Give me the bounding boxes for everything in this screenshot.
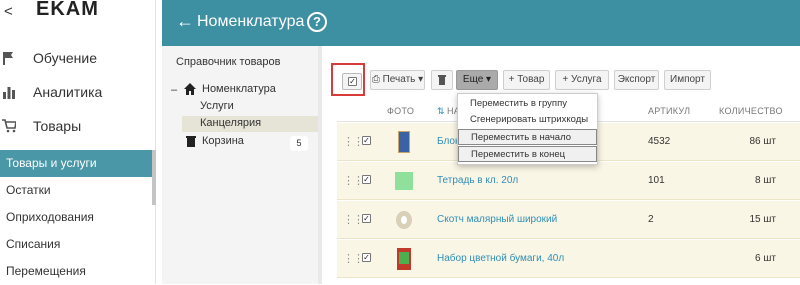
menu-item-move-to-top[interactable]: Переместить в начало xyxy=(458,129,597,145)
more-dropdown-menu: Переместить в группу Сгенерировать штрих… xyxy=(457,93,598,165)
catalog-title: Справочник товаров xyxy=(176,56,281,68)
tree-item-label: Корзина xyxy=(202,135,244,147)
add-product-button[interactable]: + Товар xyxy=(503,70,550,90)
page-title: Номенклатура xyxy=(197,13,305,30)
catalog-panel: Справочник товаров – Номенклатура Услуги… xyxy=(162,46,318,284)
page-header: ← Номенклатура ? xyxy=(162,0,800,46)
product-thumbnail xyxy=(398,131,410,153)
sidebar-item-label: Перемещения xyxy=(6,264,86,278)
menu-item-move-to-bottom[interactable]: Переместить в конец xyxy=(458,146,597,162)
home-icon xyxy=(184,83,196,95)
import-button[interactable]: Импорт xyxy=(664,70,711,90)
print-label: Печать xyxy=(382,74,416,85)
drag-handle-icon[interactable]: ⋮⋮ xyxy=(343,213,364,226)
tree-item-services[interactable]: Услуги xyxy=(200,100,234,112)
product-article: 101 xyxy=(648,175,665,186)
sidebar-item-transfers[interactable]: Перемещения xyxy=(0,258,156,285)
product-quantity: 8 шт xyxy=(755,175,776,186)
caret-down-icon: ▾ xyxy=(418,74,424,85)
cart-icon xyxy=(2,119,16,133)
back-icon[interactable]: < xyxy=(4,3,13,20)
nav-item-analytics[interactable]: Аналитика xyxy=(0,76,156,110)
back-arrow-icon[interactable]: ← xyxy=(176,11,194,32)
more-button[interactable]: Еще ▾ xyxy=(456,70,498,90)
column-header-quantity[interactable]: КОЛИЧЕСТВО xyxy=(719,106,783,116)
table-row[interactable]: ⋮⋮ ✓ Тетрадь в кл. 20л 101 8 шт xyxy=(337,162,800,200)
trash-count-badge: 5 xyxy=(290,136,308,151)
export-button[interactable]: Экспорт xyxy=(614,70,659,90)
row-checkbox[interactable]: ✓ xyxy=(362,175,371,184)
product-quantity: 86 шт xyxy=(749,136,776,147)
bar-chart-icon xyxy=(3,87,15,99)
column-header-article[interactable]: АРТИКУЛ xyxy=(648,106,690,116)
tree-collapse-toggle[interactable]: – xyxy=(171,84,177,96)
drag-handle-icon[interactable]: ⋮⋮ xyxy=(343,252,364,265)
add-service-button[interactable]: + Услуга xyxy=(555,70,609,90)
logo: EKAM xyxy=(36,0,99,20)
row-checkbox[interactable]: ✓ xyxy=(362,253,371,262)
menu-item-move-to-group[interactable]: Переместить в группу xyxy=(458,96,597,112)
highlight-annotation xyxy=(331,63,365,96)
row-checkbox[interactable]: ✓ xyxy=(362,214,371,223)
column-header-photo: ФОТО xyxy=(387,106,415,116)
sort-icon[interactable]: ⇅ xyxy=(437,106,445,117)
printer-icon: ⎙ xyxy=(371,74,380,85)
table-row[interactable]: ⋮⋮ ✓ Скотч малярный широкий 2 15 шт xyxy=(337,201,800,239)
tree-item-root[interactable]: Номенклатура xyxy=(184,83,314,98)
nav-label: Товары xyxy=(33,118,82,134)
sidebar-item-products-services[interactable]: Товары и услуги xyxy=(0,150,156,177)
sidebar-item-label: Товары и услуги xyxy=(6,156,97,170)
product-name-link[interactable]: Скотч малярный широкий xyxy=(437,214,557,225)
product-thumbnail xyxy=(397,248,411,270)
tree-item-trash[interactable]: Корзина 5 xyxy=(184,134,314,152)
flag-icon xyxy=(3,52,13,65)
sidebar-item-receipts[interactable]: Оприходования xyxy=(0,204,156,231)
drag-handle-icon[interactable]: ⋮⋮ xyxy=(343,135,364,148)
nav-label: Аналитика xyxy=(33,84,103,100)
main-sidebar: < EKAM Обучение Аналитика Товары Товары … xyxy=(0,0,156,284)
menu-item-generate-barcodes[interactable]: Сгенерировать штрихкоды xyxy=(458,112,597,128)
brand-bar: < EKAM xyxy=(0,0,156,28)
tree-item-stationery[interactable]: Канцелярия xyxy=(182,116,318,132)
product-thumbnail xyxy=(395,172,413,190)
tree-item-label: Номенклатура xyxy=(202,83,276,95)
sidebar-item-label: Списания xyxy=(6,237,61,251)
nav-item-products[interactable]: Товары xyxy=(0,110,156,144)
product-article: 2 xyxy=(648,214,654,225)
trash-icon xyxy=(186,136,196,147)
sidebar-item-stock[interactable]: Остатки xyxy=(0,177,156,204)
product-quantity: 6 шт xyxy=(755,253,776,264)
table-row[interactable]: ⋮⋮ ✓ Набор цветной бумаги, 40л 6 шт xyxy=(337,240,800,278)
nav-item-learning[interactable]: Обучение xyxy=(0,42,156,76)
help-icon[interactable]: ? xyxy=(307,12,327,32)
sidebar-item-label: Оприходования xyxy=(6,210,94,224)
delete-button[interactable] xyxy=(431,70,453,90)
nav-label: Обучение xyxy=(33,50,98,66)
product-name-link[interactable]: Набор цветной бумаги, 40л xyxy=(437,253,564,264)
sidebar-scrollbar[interactable] xyxy=(152,150,156,205)
print-button[interactable]: ⎙ Печать ▾ xyxy=(370,70,425,90)
product-quantity: 15 шт xyxy=(749,214,776,225)
row-checkbox[interactable]: ✓ xyxy=(362,136,371,145)
caret-down-icon: ▾ xyxy=(486,74,492,85)
product-name-link[interactable]: Тетрадь в кл. 20л xyxy=(437,175,518,186)
product-article: 4532 xyxy=(648,136,671,147)
product-thumbnail xyxy=(396,211,412,229)
drag-handle-icon[interactable]: ⋮⋮ xyxy=(343,174,364,187)
sidebar-item-label: Остатки xyxy=(6,183,51,197)
sidebar-item-writeoffs[interactable]: Списания xyxy=(0,231,156,258)
more-label: Еще xyxy=(462,74,484,85)
trash-icon xyxy=(438,75,446,85)
